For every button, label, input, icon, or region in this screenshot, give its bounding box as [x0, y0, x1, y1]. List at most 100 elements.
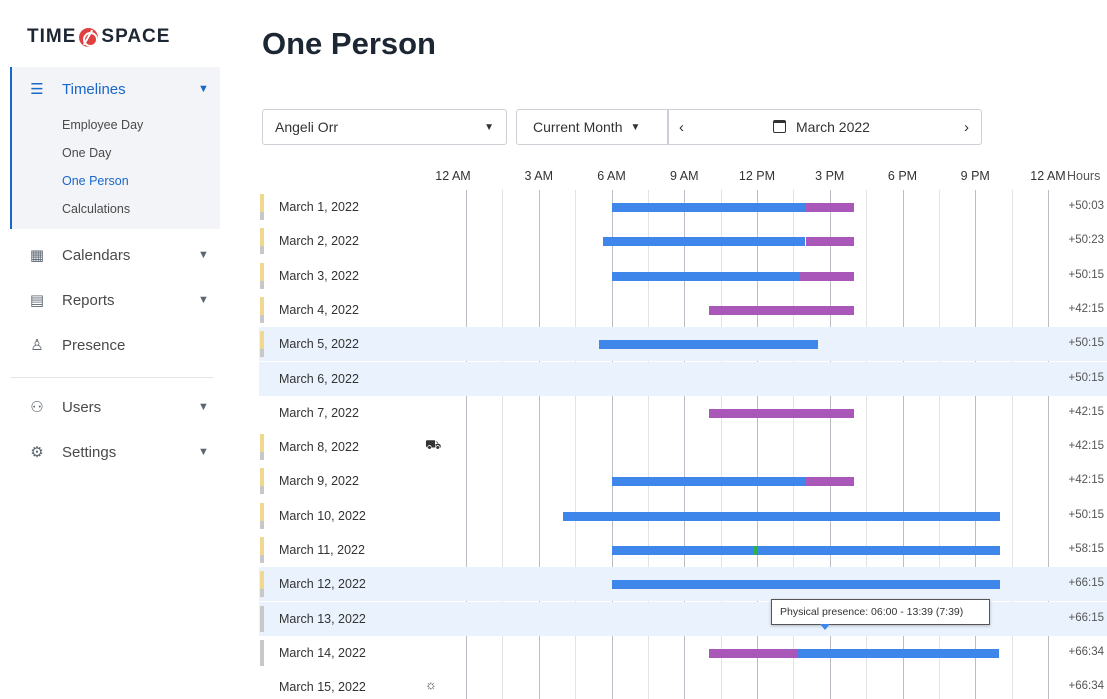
- sidebar-item-settings[interactable]: ⚙ Settings ▼: [12, 432, 222, 472]
- sidebar-item-label: Reports: [62, 291, 115, 309]
- timeline-row[interactable]: March 3, 2022 +50:15: [259, 259, 1107, 293]
- row-date: March 11, 2022: [279, 543, 365, 557]
- prev-period-button[interactable]: ‹: [679, 119, 684, 136]
- sidebar-subitem-calculations[interactable]: Calculations: [62, 202, 130, 216]
- timeline-row[interactable]: March 6, 2022 +50:15: [259, 361, 1107, 396]
- row-date: March 5, 2022: [279, 337, 359, 352]
- sidebar-item-timelines[interactable]: ☰ Timelines ▼: [12, 69, 222, 109]
- chevron-down-icon: ▼: [198, 401, 209, 413]
- timeline-row[interactable]: March 1, 2022 +50:03: [259, 190, 1107, 224]
- caret-down-icon: ▼: [484, 122, 494, 133]
- sidebar-item-users[interactable]: ⚇ Users ▼: [12, 387, 222, 427]
- absence-bar[interactable]: [708, 305, 854, 315]
- person-select[interactable]: Angeli Orr ▼: [262, 109, 507, 145]
- row-status-marker: [260, 194, 264, 220]
- sidebar-subitem-one-person[interactable]: One Person: [62, 174, 129, 188]
- row-status-marker: [260, 434, 264, 461]
- chevron-down-icon: ▼: [198, 249, 209, 261]
- row-hours: +66:15: [1068, 611, 1105, 624]
- timeline-row[interactable]: March 14, 2022 +66:34: [259, 636, 1107, 670]
- row-hours: +66:34: [1068, 645, 1105, 658]
- absence-bar[interactable]: [805, 203, 854, 212]
- users-icon: ⚇: [30, 399, 44, 416]
- sidebar-item-presence[interactable]: ♙ Presence: [12, 325, 222, 365]
- next-period-button[interactable]: ›: [964, 119, 969, 136]
- row-date: March 2, 2022: [279, 234, 359, 249]
- row-hours: +42:15: [1068, 474, 1105, 487]
- timeline-row[interactable]: March 11, 2022 +58:15: [259, 533, 1107, 567]
- row-date: March 1, 2022: [279, 200, 359, 214]
- row-hours: +50:15: [1068, 268, 1105, 281]
- work-bar[interactable]: [563, 511, 1000, 521]
- chevron-down-icon: ▼: [198, 446, 209, 458]
- row-date: March 9, 2022: [279, 474, 359, 489]
- timeline-row[interactable]: March 4, 2022 +42:15: [259, 293, 1107, 327]
- row-date: March 13, 2022: [279, 611, 366, 626]
- sidebar-subitem-employee-day[interactable]: Employee Day: [62, 118, 143, 132]
- work-bar[interactable]: [599, 340, 818, 350]
- time-axis-label: 12 AM: [435, 169, 471, 183]
- row-date: March 10, 2022: [279, 508, 366, 523]
- row-hours: +50:23: [1068, 234, 1105, 247]
- caret-down-icon: ▼: [630, 121, 641, 133]
- presence-tooltip: Physical presence: 06:00 - 13:39 (7:39): [771, 599, 990, 630]
- chevron-down-icon: ▼: [198, 83, 209, 95]
- row-hours: +50:15: [1068, 371, 1105, 384]
- row-status-marker: [260, 228, 264, 255]
- calendar-icon[interactable]: [773, 120, 786, 133]
- sidebar-item-reports[interactable]: ▤ Reports ▼: [12, 280, 222, 320]
- timeline-row[interactable]: March 9, 2022 +42:15: [259, 464, 1107, 498]
- work-bar[interactable]: [797, 648, 1000, 658]
- timeline-row[interactable]: March 15, 2022 ☼ +66:34: [259, 670, 1107, 699]
- sidebar-item-label: Calendars: [62, 246, 131, 264]
- row-hours: +50:03: [1068, 200, 1105, 212]
- row-date: March 14, 2022: [279, 645, 366, 660]
- app-logo[interactable]: TIME SPACE: [27, 26, 170, 48]
- work-bar[interactable]: [611, 580, 1000, 590]
- row-hours: +42:15: [1068, 440, 1105, 453]
- chevron-down-icon: ▼: [198, 294, 209, 306]
- timeline-row[interactable]: March 8, 2022 ⛟ +42:15: [259, 430, 1107, 464]
- menu-icon: ☰: [30, 81, 44, 98]
- period-label[interactable]: March 2022: [796, 119, 870, 135]
- presence-bar[interactable]: [752, 546, 758, 555]
- absence-bar[interactable]: [708, 648, 798, 658]
- row-date: March 12, 2022: [279, 577, 366, 592]
- logo-text-right: SPACE: [101, 26, 171, 47]
- timeline-row[interactable]: March 7, 2022 +42:15: [259, 396, 1107, 430]
- work-bar[interactable]: [603, 237, 806, 247]
- row-hours: +42:15: [1068, 302, 1105, 315]
- work-bar[interactable]: [611, 477, 806, 487]
- range-select[interactable]: Current Month ▼: [516, 109, 668, 145]
- absence-bar[interactable]: [799, 271, 854, 281]
- timeline-row[interactable]: March 12, 2022 +66:15: [259, 567, 1107, 602]
- row-hours: +42:15: [1068, 405, 1105, 418]
- date-navigator: ‹ March 2022 ›: [668, 109, 982, 145]
- row-hours: +50:15: [1068, 508, 1105, 521]
- time-axis-label: 6 PM: [887, 169, 918, 183]
- work-bar[interactable]: [611, 546, 1000, 555]
- logo-icon: [79, 27, 99, 47]
- timeline-row[interactable]: March 10, 2022 +50:15: [259, 499, 1107, 533]
- time-axis-label: 3 PM: [815, 169, 845, 183]
- timeline-row[interactable]: March 2, 2022 +50:23: [259, 224, 1107, 258]
- sidebar-item-calendars[interactable]: ▦ Calendars ▼: [12, 235, 222, 275]
- logo-text-left: TIME: [27, 26, 77, 47]
- row-date: March 7, 2022: [279, 405, 359, 420]
- sidebar-item-label: Settings: [62, 443, 117, 461]
- work-bar[interactable]: [611, 203, 806, 212]
- timeline-row[interactable]: March 5, 2022 +50:15: [259, 327, 1107, 362]
- absence-bar[interactable]: [805, 477, 854, 487]
- absence-bar[interactable]: [805, 237, 854, 247]
- row-status-marker: [260, 468, 264, 495]
- absence-bar[interactable]: [708, 408, 854, 418]
- sidebar-item-label: Users: [62, 398, 102, 416]
- row-status-marker: [260, 502, 264, 529]
- work-bar[interactable]: [611, 271, 800, 281]
- time-axis-label: 12 PM: [738, 169, 776, 183]
- page-title: One Person: [262, 26, 436, 61]
- row-status-marker: [260, 639, 264, 666]
- sidebar-subitem-one-day[interactable]: One Day: [62, 146, 111, 160]
- time-axis-label: 3 AM: [524, 169, 554, 183]
- row-status-marker: [260, 262, 264, 289]
